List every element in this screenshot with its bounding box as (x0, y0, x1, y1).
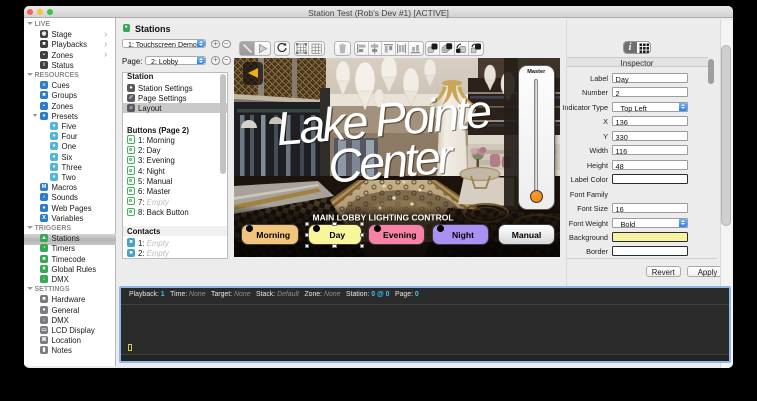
svg-text:Center: Center (326, 129, 458, 193)
